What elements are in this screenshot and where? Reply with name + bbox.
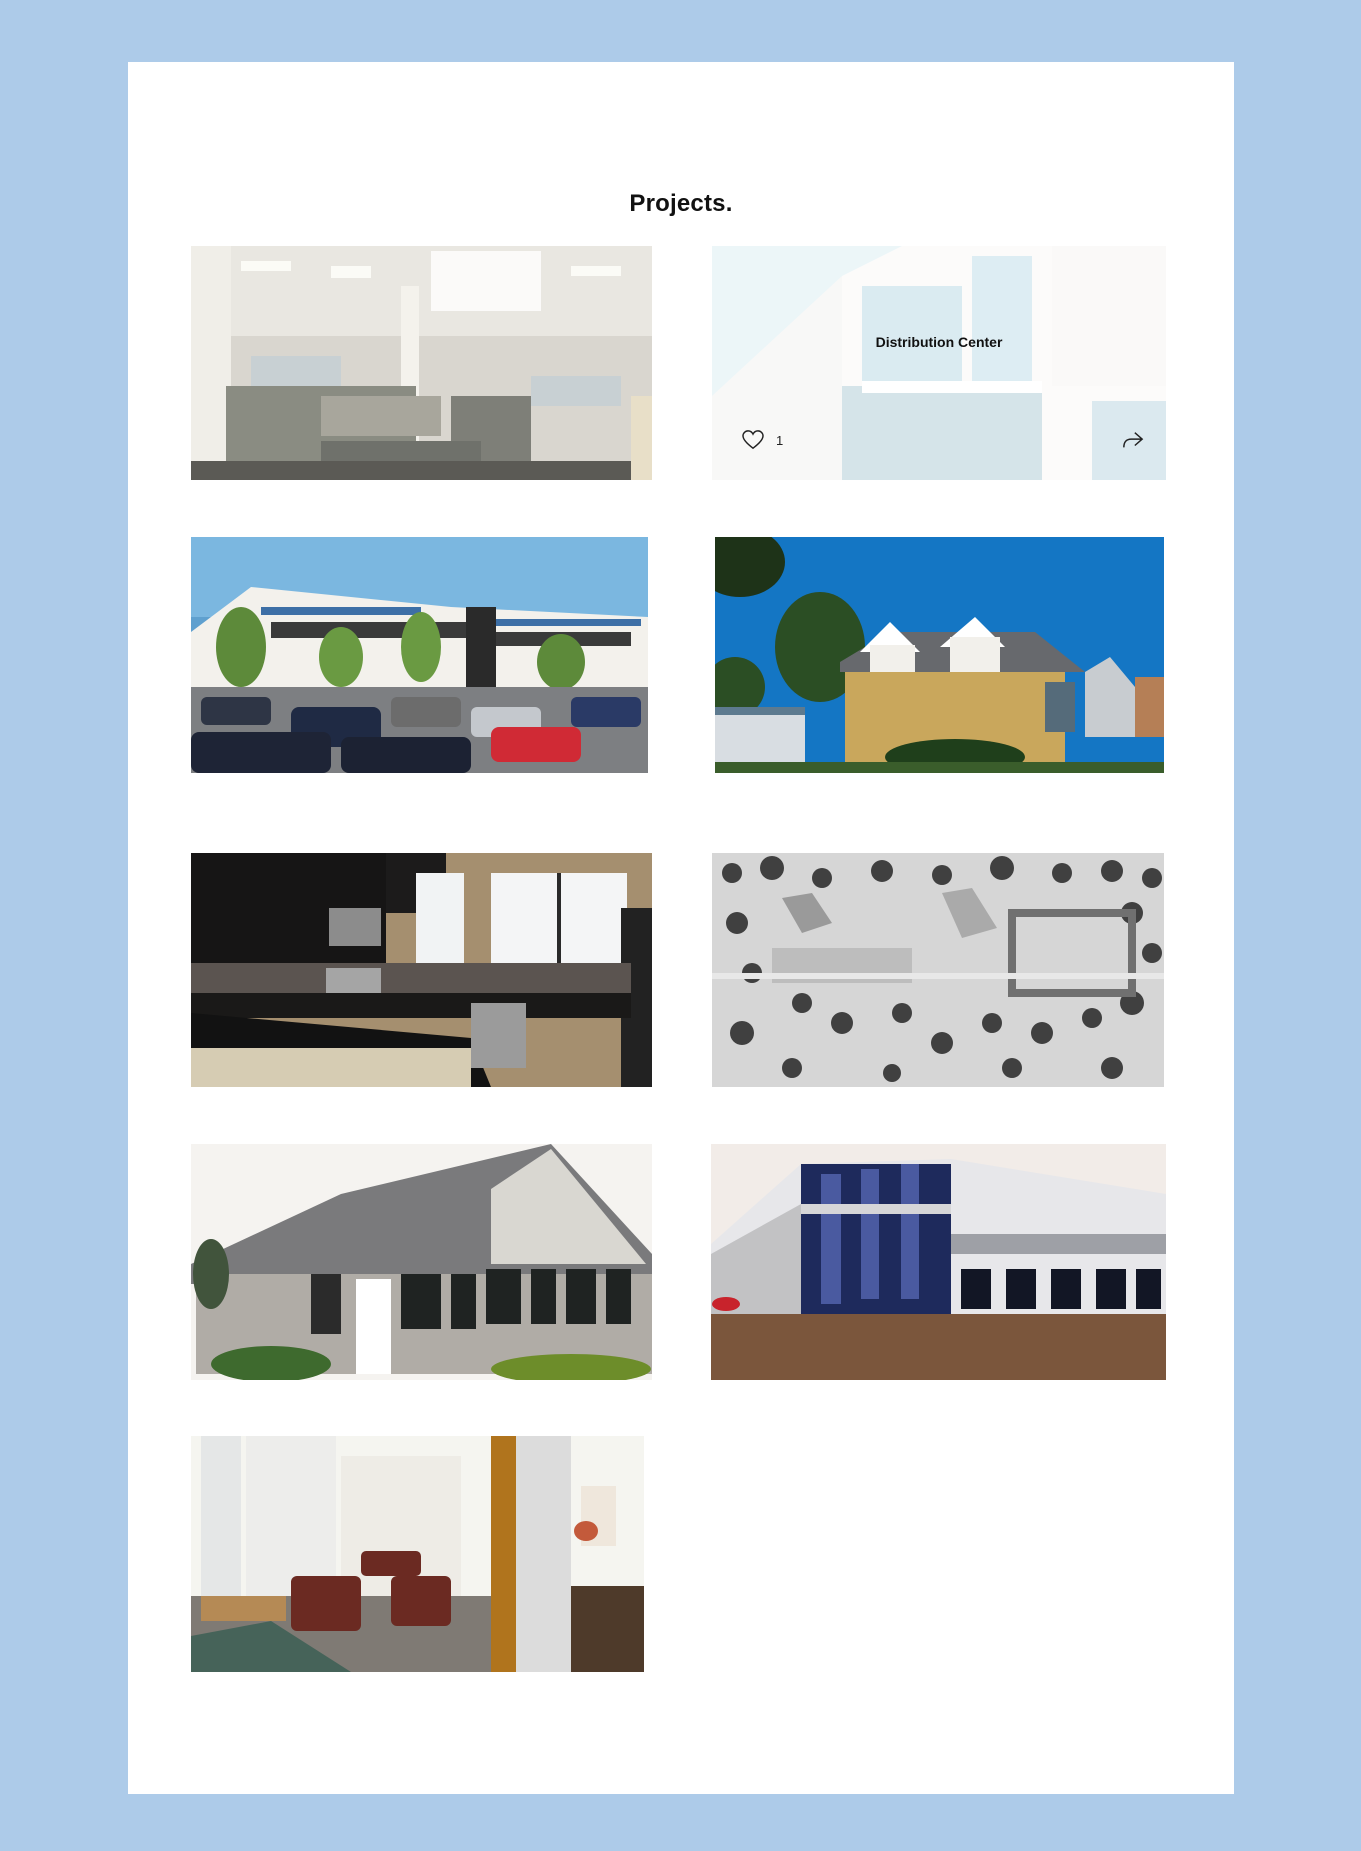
sunroom-image (191, 1144, 652, 1380)
page-title: Projects. (629, 190, 733, 217)
gallery-item-lobby[interactable] (191, 1436, 644, 1672)
industrial-building-image (711, 1144, 1166, 1380)
item-title: Distribution Center (875, 334, 1003, 350)
gallery-item-site-model[interactable] (712, 853, 1164, 1087)
lobby-image (191, 1436, 644, 1672)
brick-house-image (715, 537, 1164, 773)
office-interior-image (191, 246, 652, 480)
gallery-item-industrial-building[interactable] (711, 1144, 1166, 1380)
gallery-item-office-interior[interactable] (191, 246, 652, 480)
like-count: 1 (776, 432, 784, 448)
gallery-item-sunroom[interactable] (191, 1144, 652, 1380)
kitchen-image (191, 853, 652, 1087)
site-model-image (712, 853, 1164, 1087)
heart-icon[interactable] (742, 430, 764, 450)
share-icon[interactable] (1122, 430, 1144, 450)
gallery-item-brick-house[interactable] (715, 537, 1164, 773)
content-panel: Projects. Distribution Center 1 (128, 62, 1234, 1794)
like-control[interactable]: 1 (742, 430, 783, 450)
office-park-image (191, 537, 648, 773)
gallery-item-kitchen[interactable] (191, 853, 652, 1087)
gallery-item-office-park[interactable] (191, 537, 648, 773)
gallery-item-distribution-center[interactable]: Distribution Center 1 (712, 246, 1166, 480)
